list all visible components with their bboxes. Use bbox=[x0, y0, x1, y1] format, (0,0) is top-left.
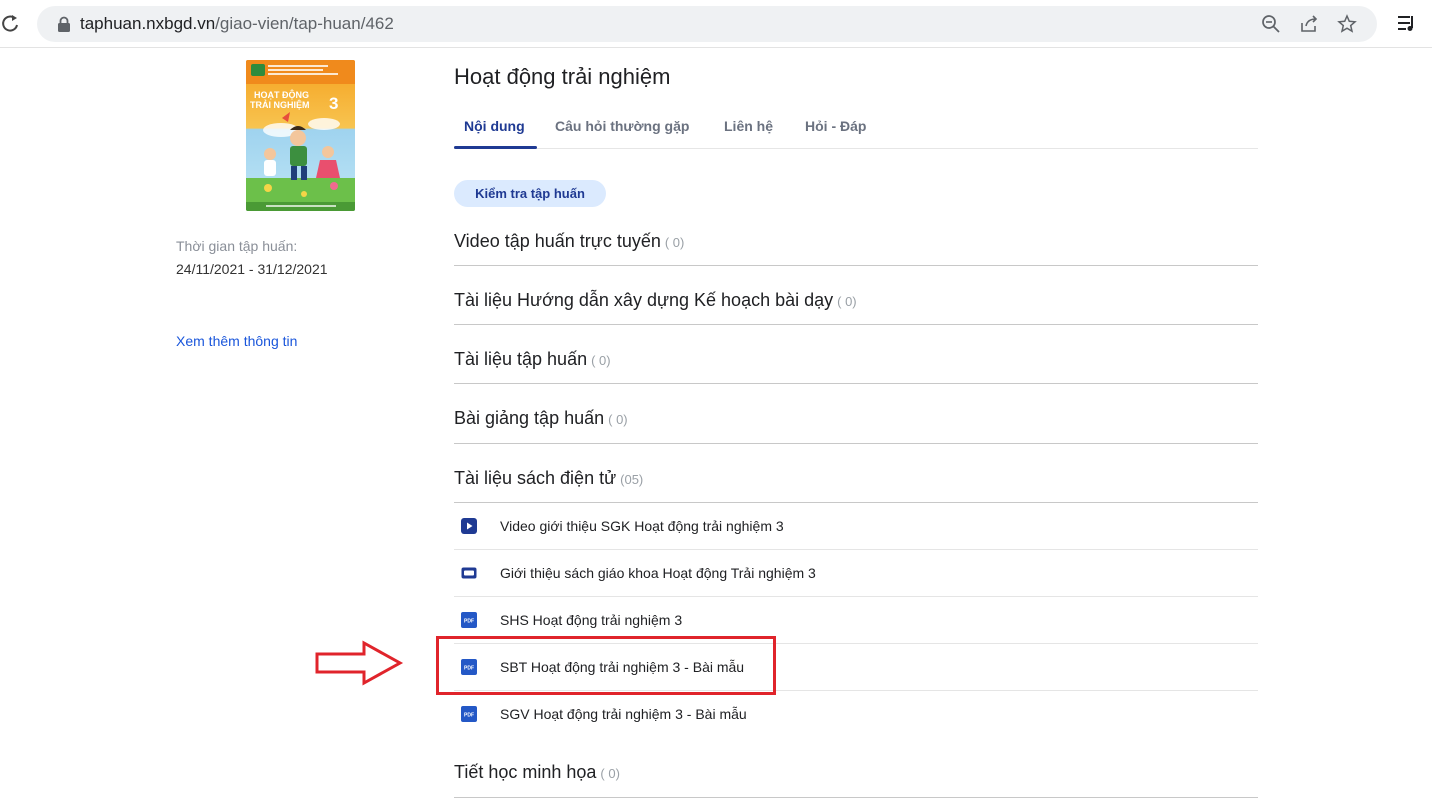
section-title-text: Tài liệu tập huấn bbox=[454, 349, 588, 369]
list-item[interactable]: Video giới thiệu SGK Hoạt động trải nghi… bbox=[454, 503, 1258, 550]
tab-contact[interactable]: Liên hệ bbox=[724, 118, 773, 134]
section-training-lectures[interactable]: Bài giảng tập huấn( 0) bbox=[454, 384, 1258, 444]
section-count: ( 0) bbox=[664, 235, 685, 250]
section-title: Tài liệu Hướng dẫn xây dựng Kế hoạch bài… bbox=[454, 290, 857, 311]
section-count: ( 0) bbox=[608, 412, 628, 427]
video-play-icon bbox=[461, 518, 477, 534]
zoom-out-icon[interactable] bbox=[1261, 14, 1281, 34]
section-online-video[interactable]: Video tập huấn trực tuyến( 0) bbox=[454, 222, 1258, 266]
url-text[interactable]: taphuan.nxbgd.vn/giao-vien/tap-huan/462 bbox=[80, 14, 394, 34]
section-ebook-documents[interactable]: Tài liệu sách điện tử (05) bbox=[454, 444, 1258, 503]
more-info-link[interactable]: Xem thêm thông tin bbox=[176, 333, 297, 349]
section-title: Tài liệu tập huấn( 0) bbox=[454, 349, 611, 370]
section-count: ( 0) bbox=[837, 294, 857, 309]
pdf-badge-text: PDF bbox=[464, 713, 474, 719]
section-title: Tài liệu sách điện tử (05) bbox=[454, 468, 643, 489]
pdf-badge-text: PDF bbox=[464, 619, 474, 625]
cover-grade: 3 bbox=[329, 94, 338, 113]
slideshow-icon bbox=[461, 567, 477, 579]
highlight-box bbox=[436, 636, 776, 695]
page-title: Hoạt động trải nghiệm bbox=[454, 64, 671, 89]
url-host: taphuan.nxbgd.vn bbox=[80, 14, 216, 33]
check-training-button[interactable]: Kiểm tra tập huấn bbox=[454, 180, 606, 207]
section-lesson-plan-guide[interactable]: Tài liệu Hướng dẫn xây dựng Kế hoạch bài… bbox=[454, 266, 1258, 325]
share-icon[interactable] bbox=[1299, 14, 1319, 34]
cover-title-line2: TRẢI NGHIỆM bbox=[250, 99, 310, 110]
section-title: Video tập huấn trực tuyến( 0) bbox=[454, 231, 684, 252]
list-item[interactable]: PDF SGV Hoạt động trải nghiệm 3 - Bài mẫ… bbox=[454, 691, 1258, 750]
reload-icon[interactable] bbox=[0, 12, 22, 36]
section-title-text: Tài liệu Hướng dẫn xây dựng Kế hoạch bài… bbox=[454, 290, 834, 310]
section-title-text: Tài liệu sách điện tử bbox=[454, 468, 617, 488]
training-time-label: Thời gian tập huấn: bbox=[176, 238, 298, 254]
item-label: Video giới thiệu SGK Hoạt động trải nghi… bbox=[500, 518, 784, 534]
section-title: Tiết học minh họa( 0) bbox=[454, 762, 620, 783]
lock-icon[interactable] bbox=[57, 16, 71, 32]
section-title-text: Bài giảng tập huấn bbox=[454, 408, 605, 428]
item-label: SGV Hoạt động trải nghiệm 3 - Bài mẫu bbox=[500, 706, 747, 722]
section-count: (05) bbox=[620, 472, 644, 487]
browser-toolbar: taphuan.nxbgd.vn/giao-vien/tap-huan/462 bbox=[0, 0, 1432, 48]
book-cover[interactable]: HOẠT ĐỘNG TRẢI NGHIỆM 3 bbox=[246, 60, 355, 211]
section-title-text: Video tập huấn trực tuyến bbox=[454, 231, 661, 251]
url-path: /giao-vien/tap-huan/462 bbox=[215, 14, 394, 33]
tab-faq[interactable]: Câu hỏi thường gặp bbox=[555, 118, 689, 134]
arrow-right-icon bbox=[315, 640, 404, 686]
active-tab-indicator bbox=[454, 146, 537, 149]
item-label: SHS Hoạt động trải nghiệm 3 bbox=[500, 612, 683, 628]
address-bar[interactable]: taphuan.nxbgd.vn/giao-vien/tap-huan/462 bbox=[37, 6, 1377, 42]
item-label: Giới thiệu sách giáo khoa Hoạt động Trải… bbox=[500, 565, 816, 581]
pdf-icon: PDF bbox=[461, 706, 477, 722]
section-training-documents[interactable]: Tài liệu tập huấn( 0) bbox=[454, 325, 1258, 384]
tab-content[interactable]: Nội dung bbox=[464, 118, 525, 134]
reading-list-icon[interactable] bbox=[1396, 12, 1418, 34]
section-count: ( 0) bbox=[600, 766, 620, 781]
tab-qa[interactable]: Hỏi - Đáp bbox=[805, 118, 866, 134]
training-time-value: 24/11/2021 - 31/12/2021 bbox=[176, 261, 328, 277]
tab-bar: Nội dung Câu hỏi thường gặp Liên hệ Hỏi … bbox=[454, 110, 1258, 149]
cover-title-line1: HOẠT ĐỘNG bbox=[254, 89, 309, 100]
section-title-text: Tiết học minh họa bbox=[454, 762, 597, 782]
star-icon[interactable] bbox=[1337, 14, 1357, 34]
section-count: ( 0) bbox=[591, 353, 611, 368]
section-demo-lessons[interactable]: Tiết học minh họa( 0) bbox=[454, 750, 1258, 798]
list-item[interactable]: Giới thiệu sách giáo khoa Hoạt động Trải… bbox=[454, 550, 1258, 597]
pdf-icon: PDF bbox=[461, 612, 477, 628]
section-title: Bài giảng tập huấn( 0) bbox=[454, 408, 628, 429]
